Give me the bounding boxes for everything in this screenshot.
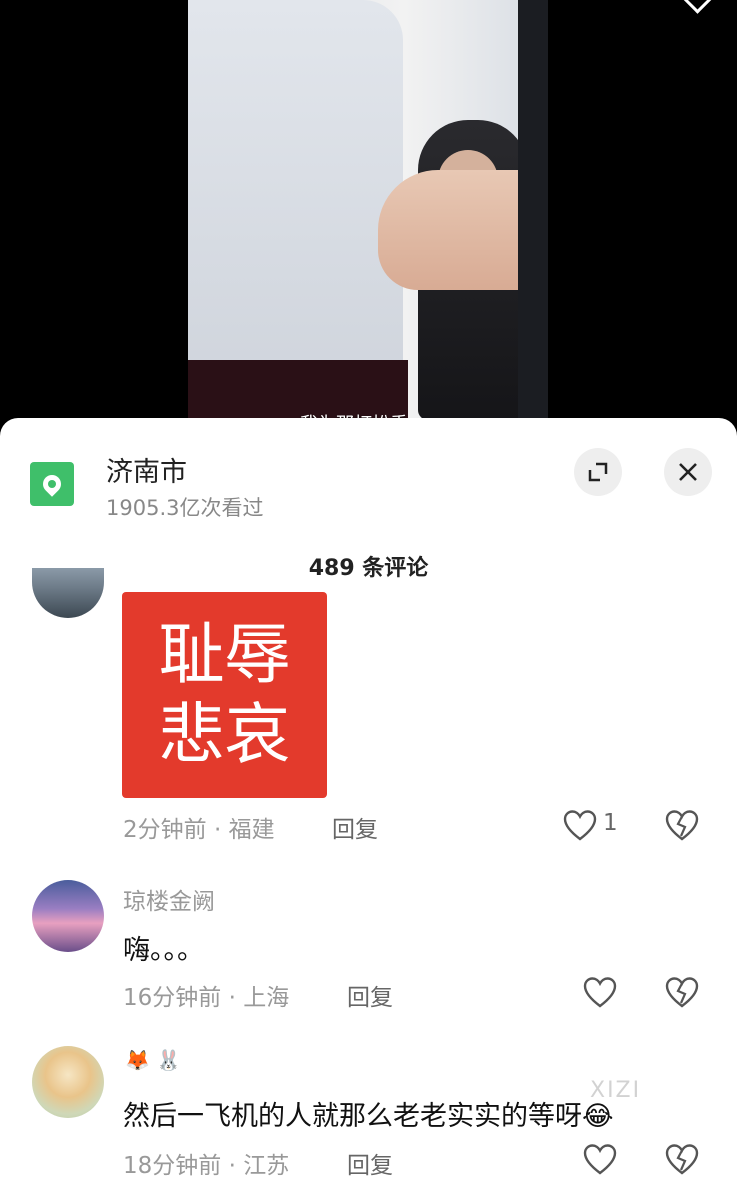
broken-heart-icon[interactable] bbox=[664, 975, 700, 1011]
broken-heart-icon[interactable] bbox=[664, 1142, 700, 1178]
comment-image-line: 悲哀 bbox=[158, 696, 291, 773]
expand-icon bbox=[588, 462, 608, 482]
close-icon bbox=[679, 463, 697, 481]
comment-image-line: 耻辱 bbox=[158, 616, 291, 693]
broken-heart-icon[interactable] bbox=[664, 808, 700, 844]
comments-sheet: 济南市 1905.3亿次看过 489 条评论 耻辱 悲哀 2分钟前 · 福建 回… bbox=[0, 418, 737, 1200]
comment-text: 然后一飞机的人就那么老老实实的等呀😂 bbox=[123, 1094, 614, 1133]
comment-meta: 16分钟前 · 上海 bbox=[123, 985, 290, 1011]
comment-image[interactable]: 耻辱 悲哀 bbox=[122, 592, 327, 798]
location-name[interactable]: 济南市 bbox=[106, 450, 187, 489]
avatar[interactable] bbox=[32, 880, 104, 952]
reply-button[interactable]: 回复 bbox=[347, 978, 393, 1012]
reply-button[interactable]: 回复 bbox=[347, 1146, 393, 1180]
comment-text-body: 然后一飞机的人就那么老老实实的等呀 bbox=[123, 1101, 582, 1132]
expand-button[interactable] bbox=[574, 448, 622, 496]
location-pin-icon[interactable] bbox=[30, 462, 74, 506]
location-views: 1905.3亿次看过 bbox=[106, 496, 264, 520]
close-button[interactable] bbox=[664, 448, 712, 496]
heart-icon[interactable] bbox=[582, 1142, 618, 1178]
comment-meta: 2分钟前 · 福建 bbox=[123, 817, 275, 843]
avatar[interactable] bbox=[32, 568, 104, 618]
heart-icon[interactable] bbox=[582, 975, 618, 1011]
comment-text: 嗨。。。 bbox=[123, 935, 204, 966]
watermark: XIZI bbox=[590, 1078, 642, 1103]
video-scene-seat bbox=[518, 0, 548, 440]
laughing-emoji: 😂 bbox=[582, 1101, 614, 1132]
video-frame bbox=[188, 0, 548, 440]
chevron-down-icon[interactable] bbox=[681, 0, 714, 14]
reply-button[interactable]: 回复 bbox=[332, 810, 378, 844]
comment-count: 489 条评论 bbox=[308, 556, 429, 581]
comment-meta: 18分钟前 · 江苏 bbox=[123, 1153, 290, 1179]
username-emoji[interactable]: 🦊 🐰 bbox=[125, 1048, 181, 1072]
video-scene-shirt bbox=[188, 0, 403, 400]
heart-icon[interactable] bbox=[562, 808, 598, 844]
like-count: 1 bbox=[603, 810, 618, 836]
avatar[interactable] bbox=[32, 1046, 104, 1118]
comment-username[interactable]: 琼楼金阙 bbox=[123, 882, 215, 916]
video-player[interactable]: 我为那打扮乘 bbox=[0, 0, 737, 440]
